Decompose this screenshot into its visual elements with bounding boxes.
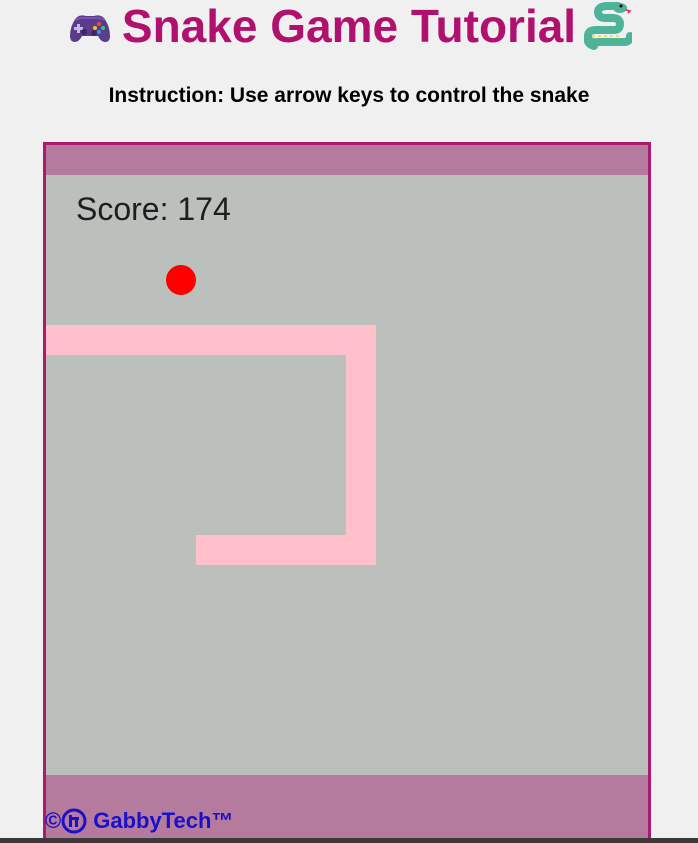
page: Snake Game Tutorial Instruction: Use arr… xyxy=(0,0,698,843)
snake-segment xyxy=(346,325,376,355)
game-controller-icon xyxy=(66,2,114,50)
snake-segment xyxy=(346,535,376,565)
snake-segment xyxy=(46,325,76,355)
snake-segment xyxy=(346,475,376,505)
snake-segment xyxy=(346,445,376,475)
snake-segment xyxy=(316,325,346,355)
instruction-text: Instruction: Use arrow keys to control t… xyxy=(108,84,590,107)
snake-segment xyxy=(346,415,376,445)
game-board[interactable]: Score: 174 xyxy=(46,175,648,775)
snake-segment xyxy=(346,505,376,535)
snake-icon xyxy=(583,2,635,50)
snake-segment xyxy=(196,325,226,355)
copyright-symbol: © xyxy=(45,808,62,833)
snake-segment xyxy=(286,325,316,355)
game-frame: Score: 174 xyxy=(43,142,651,841)
snake-segment xyxy=(256,325,286,355)
snake-segment xyxy=(136,325,166,355)
snake-segment xyxy=(76,325,106,355)
snake-segment xyxy=(166,325,196,355)
gabbytech-logo-icon xyxy=(61,808,87,834)
snake-segment xyxy=(346,355,376,385)
snake-segment xyxy=(316,535,346,565)
snake-segment xyxy=(286,535,316,565)
footer-credit: © GabbyTech™ xyxy=(45,808,233,834)
snake-segment xyxy=(196,535,226,565)
snake-segment xyxy=(346,385,376,415)
snake-segment xyxy=(256,535,286,565)
snake-segment xyxy=(106,325,136,355)
brand-name: GabbyTech™ xyxy=(93,808,234,833)
title-row: Snake Game Tutorial xyxy=(0,0,698,52)
score-display: Score: 174 xyxy=(76,191,231,227)
window-bottom-edge xyxy=(0,838,698,843)
snake-segment xyxy=(226,325,256,355)
page-title: Snake Game Tutorial xyxy=(121,0,577,52)
snake-segment xyxy=(226,535,256,565)
food-apple xyxy=(166,265,196,295)
